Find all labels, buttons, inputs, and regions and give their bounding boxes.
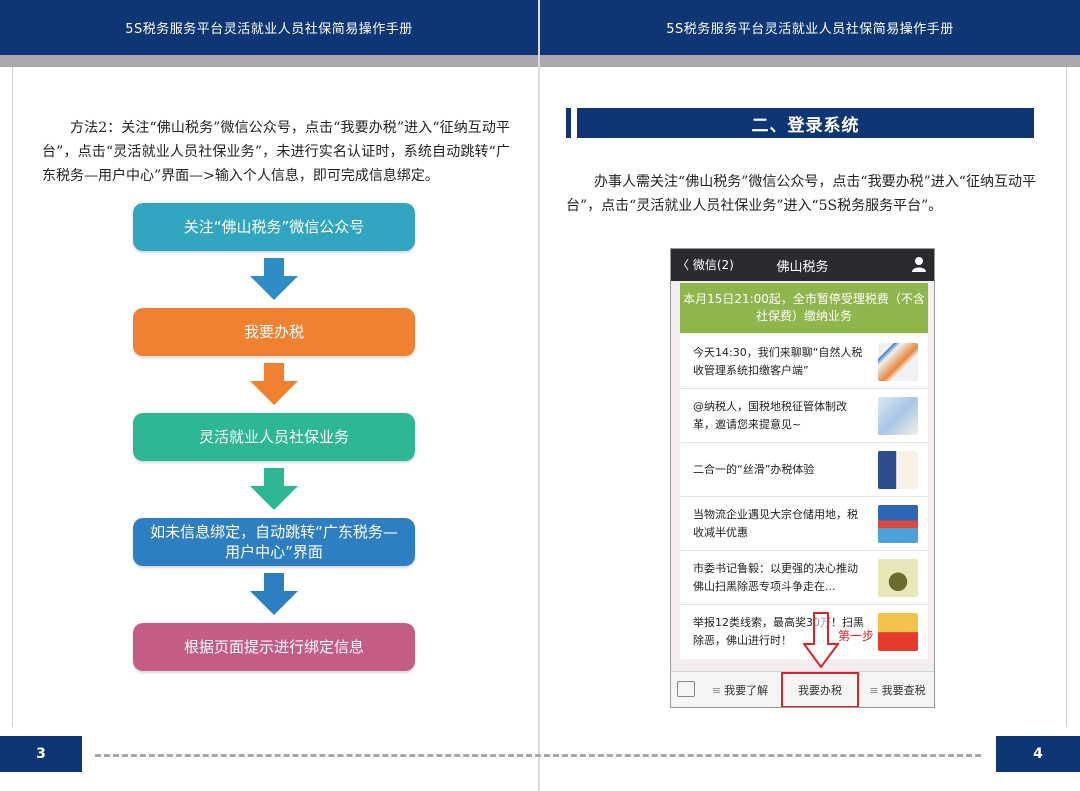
wechat-account-title: 佛山税务 (776, 260, 829, 275)
right-header-stripe (540, 55, 1080, 67)
flow-step-tax-service: 我要办税 (133, 308, 415, 356)
step-one-label: 第一步 (838, 629, 875, 643)
news-thumbnail-image (878, 613, 918, 651)
news-item[interactable]: 当物流企业遇见大宗仓储用地，税收减半优惠 (680, 497, 928, 551)
right-margin-line (1066, 67, 1067, 727)
flow-arrow-down-icon (250, 258, 298, 300)
left-header-title: 5S税务服务平台灵活就业人员社保简易操作手册 (0, 0, 538, 55)
flow-arrow-down-icon (250, 573, 298, 615)
wechat-bottom-menu: ≡ 我要了解 我要办税 ≡ 我要查税 (671, 671, 934, 707)
news-item-title: 市委书记鲁毅：以更强的决心推动佛山扫黑除恶专项斗争走在... (693, 562, 858, 593)
news-thumbnail-image (878, 559, 918, 597)
menu-tab-tax-service[interactable]: 我要办税 (781, 672, 859, 707)
news-thumbnail-image (878, 451, 918, 489)
flow-step-follow-account: 关注“佛山税务”微信公众号 (133, 203, 415, 251)
flow-arrow-down-icon (250, 468, 298, 510)
menu-tab-query[interactable]: ≡ 我要查税 (859, 672, 934, 707)
section-accent (566, 108, 571, 138)
news-item[interactable]: 二合一的“丝滑”办税体验 (680, 443, 928, 497)
menu-tab-label: 我要了解 (724, 684, 769, 697)
left-header-stripe (0, 55, 538, 67)
footer-dashed-divider (95, 754, 981, 757)
menu-tab-learn[interactable]: ≡ 我要了解 (701, 672, 779, 707)
wechat-top-bar: 〈 微信(2) 佛山税务 (671, 249, 934, 281)
news-list: 今天14:30，我们来聊聊“自然人税收管理系统扣缴客户端” @纳税人，国税地税征… (680, 335, 928, 659)
news-item-title: 今天14:30，我们来聊聊“自然人税收管理系统扣缴客户端” (693, 346, 863, 377)
menu-bars-icon: ≡ (869, 683, 879, 697)
right-header-title: 5S税务服务平台灵活就业人员社保简易操作手册 (540, 0, 1080, 55)
page-number-left: 3 (0, 736, 82, 772)
flow-arrow-down-icon (250, 363, 298, 405)
menu-tab-label: 我要查税 (881, 684, 926, 697)
right-paragraph: 办事人需关注“佛山税务”微信公众号，点击“我要办税”进入“征纳互动平台”，点击“… (566, 174, 1036, 214)
news-thumbnail-image (878, 397, 918, 435)
news-item-title: 二合一的“丝滑”办税体验 (693, 463, 815, 476)
section-heading: 二、登录系统 (566, 108, 1034, 138)
menu-bars-icon: ≡ (711, 683, 722, 697)
section-title: 二、登录系统 (577, 108, 1034, 138)
notice-banner[interactable]: 本月15日21:00起，全市暂停受理税费（不含社保费）缴纳业务 (680, 283, 928, 333)
news-thumbnail-image (878, 343, 918, 381)
user-profile-icon[interactable] (912, 256, 926, 272)
left-paragraph: 方法2：关注“佛山税务”微信公众号，点击“我要办税”进入“征纳互动平台”，点击“… (42, 120, 510, 184)
news-item-title: @纳税人，国税地税征管体制改革，邀请您来提意见~ (693, 400, 847, 431)
news-item[interactable]: 市委书记鲁毅：以更强的决心推动佛山扫黑除恶专项斗争走在... (680, 551, 928, 605)
flow-step-flexible-employment: 灵活就业人员社保业务 (133, 413, 415, 461)
menu-tab-label: 我要办税 (798, 684, 842, 697)
flow-step-user-center-redirect: 如未信息绑定，自动跳转“广东税务—用户中心”界面 (133, 518, 415, 566)
left-margin-line (12, 67, 13, 727)
news-item-title: 当物流企业遇见大宗仓储用地，税收减半优惠 (693, 508, 858, 539)
flow-step-bind-info: 根据页面提示进行绑定信息 (133, 623, 415, 671)
news-item[interactable]: @纳税人，国税地税征管体制改革，邀请您来提意见~ (680, 389, 928, 443)
news-thumbnail-image (878, 505, 918, 543)
news-item[interactable]: 今天14:30，我们来聊聊“自然人税收管理系统扣缴客户端” (680, 335, 928, 389)
page-number-right: 4 (996, 736, 1080, 772)
keyboard-icon[interactable] (677, 681, 695, 697)
step-pointer-arrow-icon (803, 612, 839, 668)
